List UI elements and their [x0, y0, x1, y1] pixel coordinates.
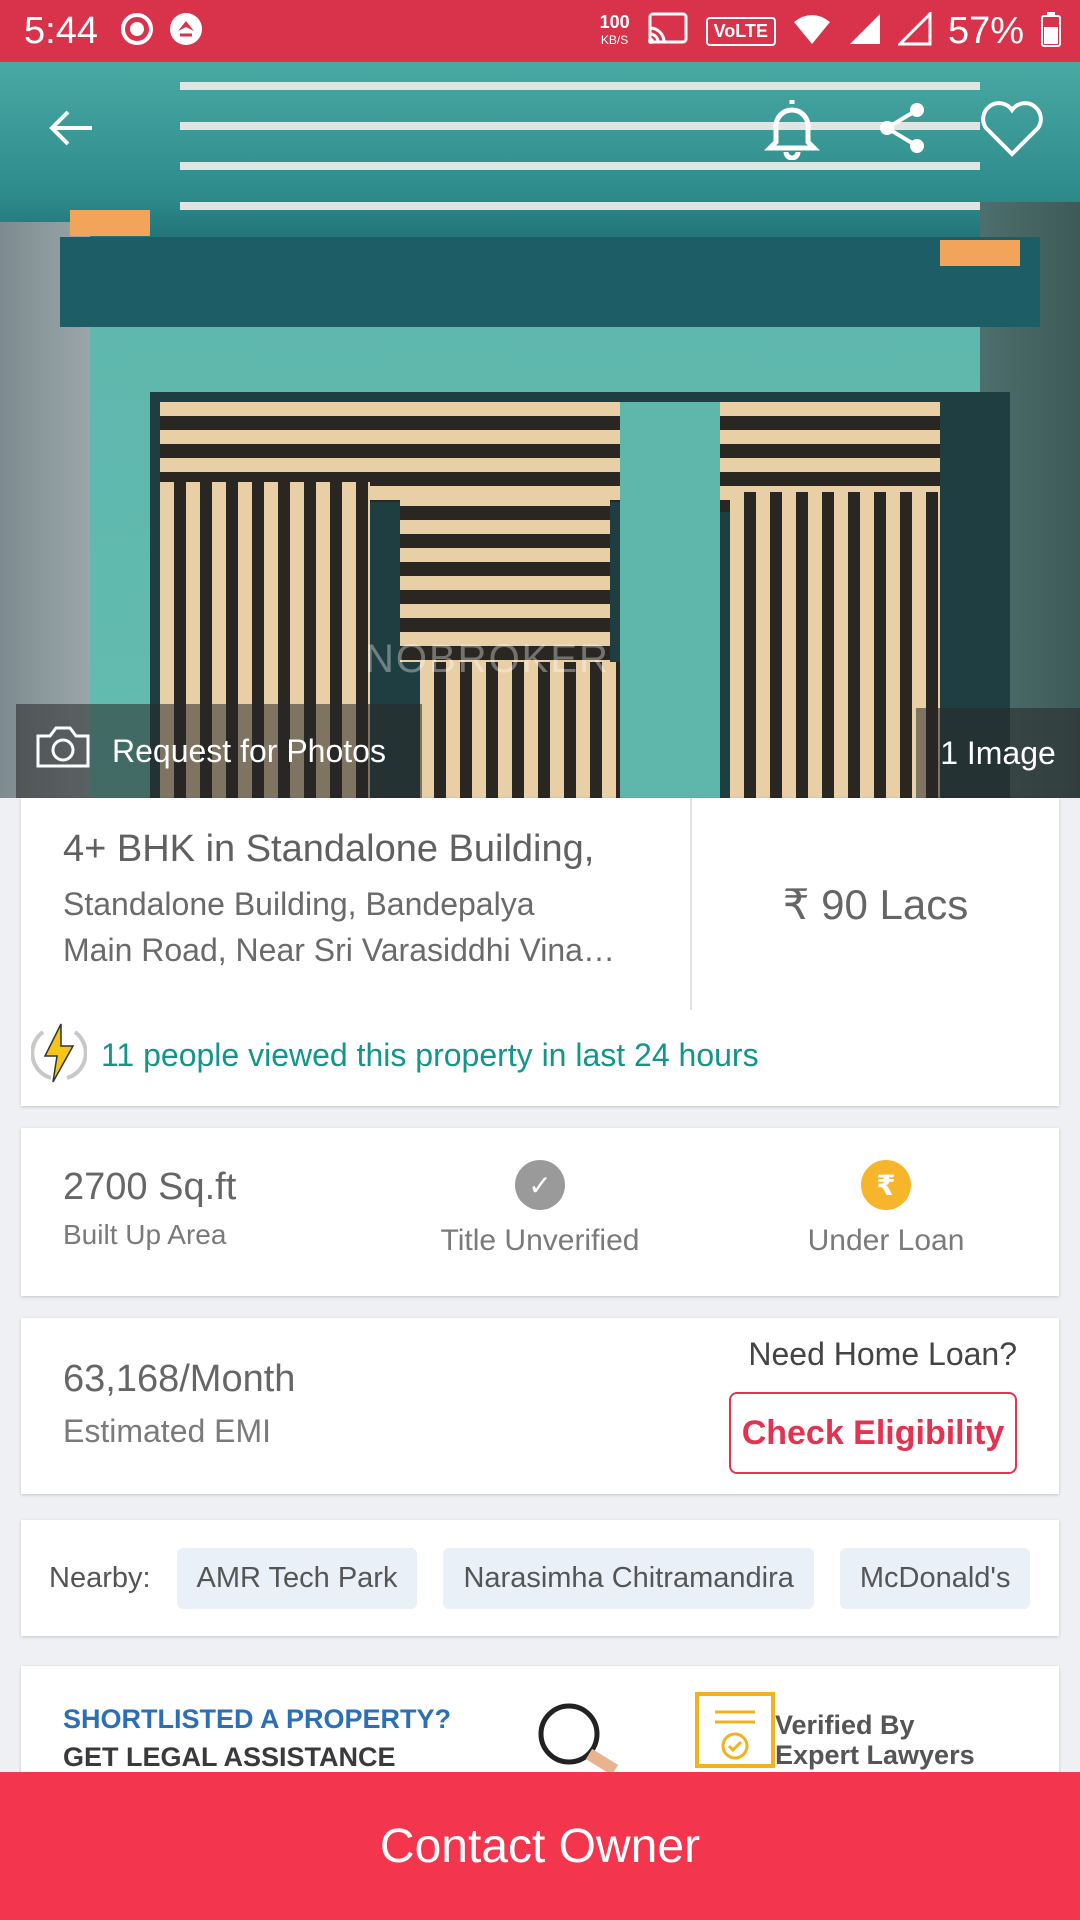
image-count[interactable]: 1 Image	[916, 708, 1080, 798]
property-title: 4+ BHK in Standalone Building,	[63, 828, 595, 870]
net-speed: 100 KB/S	[599, 12, 630, 47]
property-stats-card: 2700 Sq.ft Built Up Area ✓ Title Unverif…	[21, 1128, 1059, 1296]
area-value: 2700 Sq.ft	[63, 1166, 237, 1208]
signal-2-icon	[896, 9, 932, 51]
battery-percent: 57%	[947, 9, 1024, 52]
area-label: Built Up Area	[63, 1219, 227, 1250]
alert-button[interactable]	[762, 99, 822, 160]
title-status-label: Title Unverified	[440, 1224, 640, 1257]
loan-status: ₹ Under Loan	[756, 1160, 1016, 1258]
property-address-line2: Main Road, Near Sri Varasiddhi Vina…	[63, 932, 615, 968]
emi-card: 63,168/Month Estimated EMI Need Home Loa…	[21, 1318, 1059, 1494]
property-summary-card: 4+ BHK in Standalone Building, Standalon…	[21, 798, 1059, 1106]
legal-heading: SHORTLISTED A PROPERTY?	[63, 1704, 452, 1734]
verified-by-lawyers: Verified By Expert Lawyers	[775, 1710, 975, 1770]
share-button[interactable]	[872, 100, 932, 160]
photo-beam	[60, 237, 1040, 327]
emi-label: Estimated EMI	[63, 1413, 272, 1449]
contact-owner-button[interactable]: Contact Owner	[0, 1772, 1080, 1920]
property-address-line1: Standalone Building, Bandepalya	[63, 886, 535, 922]
check-icon: ✓	[515, 1160, 565, 1210]
nearby-list[interactable]: Nearby: AMR Tech Park Narasimha Chitrama…	[21, 1520, 1031, 1636]
property-price: ₹ 90 Lacs	[782, 880, 969, 928]
loan-status-label: Under Loan	[807, 1224, 965, 1257]
property-title-block: 4+ BHK in Standalone Building, Standalon…	[63, 828, 663, 973]
app-notification-icon	[168, 11, 204, 52]
rupee-icon: ₹	[861, 1160, 911, 1210]
nearby-chip[interactable]: Narasimha Chitramandira	[443, 1547, 814, 1609]
camera-icon	[34, 724, 92, 778]
back-arrow-icon	[48, 108, 96, 153]
wifi-icon	[792, 12, 832, 51]
share-icon	[875, 100, 929, 161]
signal-icon	[848, 12, 882, 51]
nearby-card: Nearby: AMR Tech Park Narasimha Chitrama…	[21, 1520, 1059, 1636]
lightning-icon	[30, 1022, 88, 1089]
nearby-chip[interactable]: McDonald's	[839, 1547, 1031, 1609]
need-loan-label: Need Home Loan?	[748, 1336, 1017, 1372]
views-text: 11 people viewed this property in last 2…	[101, 1037, 759, 1073]
photo-railing	[180, 82, 980, 90]
status-time: 5:44	[24, 9, 98, 52]
status-bar: 5:44 100 KB/S VoLTE 57%	[0, 0, 1080, 62]
volte-badge: VoLTE	[705, 16, 776, 46]
photo-watermark: NOBROKER	[365, 637, 610, 681]
built-up-area: 2700 Sq.ft Built Up Area	[63, 1166, 236, 1251]
property-photo[interactable]: NOBROKER	[0, 62, 1080, 798]
legal-subheading: GET LEGAL ASSISTANCE	[63, 1742, 396, 1772]
nearby-label: Nearby:	[49, 1561, 151, 1594]
bell-icon	[763, 96, 821, 165]
title-status: ✓ Title Unverified	[410, 1160, 670, 1258]
back-button[interactable]	[42, 100, 102, 160]
views-info: 11 people viewed this property in last 2…	[30, 1022, 759, 1089]
cast-icon	[646, 12, 690, 51]
certificate-icon	[693, 1690, 777, 1775]
request-photos-label: Request for Photos	[112, 732, 386, 769]
heart-icon	[980, 98, 1044, 163]
check-eligibility-button[interactable]: Check Eligibility	[729, 1392, 1017, 1474]
emi-info: 63,168/Month Estimated EMI	[63, 1358, 295, 1450]
battery-icon	[1040, 11, 1062, 52]
request-photos-button[interactable]: Request for Photos	[16, 704, 422, 798]
favorite-button[interactable]	[980, 98, 1044, 163]
nearby-chip[interactable]: AMR Tech Park	[176, 1547, 418, 1609]
emi-value: 63,168/Month	[63, 1358, 296, 1400]
record-icon	[120, 12, 154, 51]
